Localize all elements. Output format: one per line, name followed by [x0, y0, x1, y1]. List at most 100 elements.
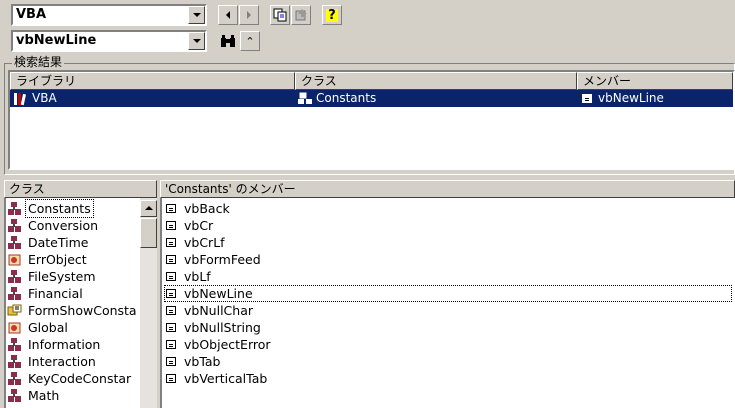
class-item[interactable]: Conversion: [7, 217, 100, 234]
class-item[interactable]: Math: [7, 387, 61, 404]
member-item[interactable]: vbCrLf: [164, 234, 227, 251]
classes-header: クラス: [4, 180, 157, 198]
search-combo[interactable]: vbNewLine: [11, 30, 207, 52]
member-item-label: vbCrLf: [184, 235, 225, 250]
class-item-label: Financial: [28, 286, 83, 301]
constant-icon: [166, 255, 176, 264]
member-item-label: vbNullString: [184, 320, 261, 335]
copy-button[interactable]: [270, 5, 290, 25]
back-button[interactable]: [218, 5, 238, 25]
module-icon: [8, 269, 21, 283]
class-item[interactable]: Constants: [7, 199, 94, 218]
search-combo-value: vbNewLine: [16, 33, 97, 48]
class-item[interactable]: DateTime: [7, 234, 90, 251]
class-item[interactable]: Information: [7, 336, 102, 353]
class-item-label: Interaction: [28, 354, 96, 369]
class-icon: [8, 322, 21, 333]
search-results-list[interactable]: ライブラリ クラス メンバー VBA Constants vbNewLine: [8, 70, 735, 170]
result-library: VBA: [32, 91, 57, 105]
member-item[interactable]: vbNullString: [164, 319, 263, 336]
member-item-label: vbNewLine: [184, 286, 253, 301]
class-item[interactable]: ErrObject: [7, 251, 89, 268]
class-item[interactable]: FormShowConsta: [7, 302, 139, 319]
result-member: vbNewLine: [598, 91, 664, 105]
class-icon: [8, 254, 21, 265]
chevron-up-icon: ⌃: [245, 34, 255, 48]
constant-icon: [166, 204, 176, 213]
library-icon: [14, 92, 26, 105]
class-item-label: DateTime: [28, 235, 89, 250]
search-result-row[interactable]: VBA Constants vbNewLine: [10, 90, 733, 107]
member-item[interactable]: vbCr: [164, 217, 215, 234]
arrow-left-icon: [226, 11, 230, 19]
members-list[interactable]: vbBack vbCr vbCrLf vbFormFeed vbLf vbNew…: [160, 198, 735, 408]
search-button[interactable]: [218, 31, 238, 51]
constant-icon: [166, 221, 176, 230]
classes-list[interactable]: Constants Conversion DateTime ErrObject …: [4, 198, 157, 408]
module-icon: [8, 218, 21, 232]
members-header: 'Constants' のメンバー: [160, 180, 735, 198]
member-item-selected[interactable]: vbNewLine: [164, 285, 732, 302]
member-item[interactable]: vbObjectError: [164, 336, 273, 353]
constant-icon: [166, 238, 176, 247]
member-item-label: vbLf: [184, 269, 211, 284]
binoculars-icon: [221, 35, 235, 47]
class-item-label: Information: [28, 337, 101, 352]
column-header-library[interactable]: ライブラリ: [10, 72, 295, 90]
module-icon: [8, 354, 21, 368]
member-item[interactable]: vbBack: [164, 200, 232, 217]
class-item[interactable]: Global: [7, 319, 70, 336]
member-item[interactable]: vbFormFeed: [164, 251, 263, 268]
member-item[interactable]: vbTab: [164, 353, 223, 370]
module-icon: [298, 92, 312, 104]
view-definition-button[interactable]: [291, 5, 311, 25]
module-icon: [8, 286, 21, 300]
class-item[interactable]: Interaction: [7, 353, 98, 370]
constant-icon: [166, 289, 176, 298]
search-results-label: 検索結果: [12, 55, 65, 69]
constant-icon: [166, 272, 176, 281]
class-item-label: Conversion: [28, 218, 99, 233]
module-icon: [8, 337, 21, 351]
module-icon: [8, 388, 21, 402]
scroll-up-button[interactable]: [140, 200, 157, 217]
class-item[interactable]: KeyCodeConstar: [7, 370, 133, 387]
collapse-results-button[interactable]: ⌃: [240, 31, 260, 51]
class-item-label: FileSystem: [28, 269, 96, 284]
constant-icon: [166, 306, 176, 315]
enum-icon: [7, 304, 22, 315]
constant-icon: [166, 374, 176, 383]
constant-icon: [166, 357, 176, 366]
class-item-label: Global: [28, 320, 68, 335]
module-icon: [8, 201, 21, 215]
member-item-label: vbVerticalTab: [184, 371, 268, 386]
constant-icon: [166, 323, 176, 332]
forward-button[interactable]: [239, 5, 259, 25]
arrow-right-icon: [247, 11, 251, 19]
constant-icon: [582, 94, 592, 103]
member-item-label: vbCr: [184, 218, 214, 233]
chevron-down-icon[interactable]: [188, 32, 205, 50]
library-combo-value: VBA: [16, 7, 47, 22]
member-item[interactable]: vbLf: [164, 268, 213, 285]
column-header-member[interactable]: メンバー: [577, 72, 733, 90]
member-item-label: vbBack: [184, 201, 230, 216]
classes-scrollbar[interactable]: [140, 198, 157, 408]
chevron-down-icon[interactable]: [188, 6, 205, 24]
member-item[interactable]: vbVerticalTab: [164, 370, 269, 387]
class-item-label: KeyCodeConstar: [28, 371, 132, 386]
constant-icon: [166, 340, 176, 349]
library-combo[interactable]: VBA: [11, 4, 207, 26]
class-item-label: Constants: [25, 199, 94, 218]
module-icon: [8, 371, 21, 385]
class-item[interactable]: FileSystem: [7, 268, 98, 285]
column-header-class[interactable]: クラス: [295, 72, 577, 90]
module-icon: [8, 235, 21, 249]
help-button[interactable]: ?: [322, 5, 342, 25]
class-item[interactable]: Financial: [7, 285, 85, 302]
scroll-thumb[interactable]: [140, 218, 157, 248]
class-item-label: ErrObject: [28, 252, 87, 267]
copy-icon: [273, 8, 287, 22]
result-class: Constants: [316, 91, 377, 105]
member-item[interactable]: vbNullChar: [164, 302, 255, 319]
